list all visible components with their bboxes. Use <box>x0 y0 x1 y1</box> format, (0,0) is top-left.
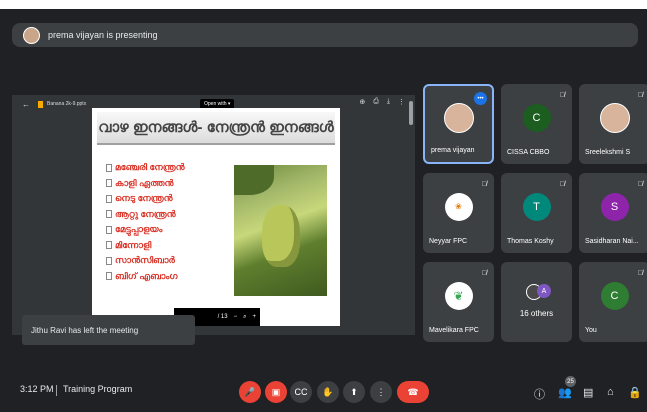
window-top-edge <box>0 0 647 9</box>
avatar: C <box>600 281 629 310</box>
viewer-actions: ⊕ ⎙ ⤓ ⋮ <box>359 98 405 106</box>
participant-name: prema vijayan <box>431 147 475 154</box>
mic-off-icon: 🎤 <box>244 386 256 397</box>
mic-off-icon: 🎙̸ <box>481 270 487 277</box>
captions-button[interactable]: CC <box>290 381 312 403</box>
leave-call-button[interactable]: ☎ <box>397 381 429 403</box>
participant-name: Thomas Koshy <box>507 238 554 245</box>
tile-mavelikara-fpc[interactable]: 🎙̸ ❦ Mavelikara FPC <box>423 262 494 342</box>
captions-icon: CC <box>294 387 308 397</box>
hand-icon: ✋ <box>322 386 334 397</box>
slide: വാഴ ഇനങ്ങൾ- നേന്ത്രൻ ഇനങ്ങൾ മഞ്ചേരി നേന്… <box>92 108 340 326</box>
activities-icon[interactable]: ⌂ <box>607 386 614 398</box>
more-vert-icon: ⋮ <box>376 386 386 397</box>
avatar <box>599 102 630 133</box>
bullet-item: കാളി ഏത്തൻ <box>106 176 185 192</box>
presenter-avatar <box>23 26 40 44</box>
print-icon[interactable]: ⎙ <box>373 98 379 106</box>
add-to-drive-icon[interactable]: ⊕ <box>359 98 365 106</box>
logo-avatar: ❀ <box>444 192 473 221</box>
back-arrow-icon[interactable]: ← <box>22 100 30 109</box>
avatar: C <box>522 103 551 132</box>
download-icon[interactable]: ⤓ <box>387 98 390 106</box>
avatar: A <box>537 284 551 298</box>
mic-off-icon: 🎙̸ <box>559 181 565 188</box>
zoom-in-icon[interactable]: + <box>252 314 256 320</box>
others-count: 16 others <box>519 309 554 318</box>
avatar: T <box>522 192 551 221</box>
bullet-item: മഞ്ചേരി നേന്ത്രൻ <box>106 160 185 176</box>
mic-off-icon: 🎙̸ <box>481 181 487 188</box>
more-vert-icon[interactable]: ⋮ <box>398 98 405 106</box>
tile-you[interactable]: 🎙̸ C You <box>579 262 647 342</box>
bullet-item: മേട്ടുപ്പാളയം <box>106 222 185 238</box>
camera-off-icon: ▣ <box>271 386 281 397</box>
left-meeting-toast: Jithu Ravi has left the meeting <box>22 315 195 345</box>
participant-name: Sasidharan Nai... <box>585 238 639 245</box>
tile-cissa-cbbo[interactable]: 🎙̸ C CISSA CBBO <box>501 84 572 164</box>
zoom-icon[interactable]: ⌕ <box>243 314 246 321</box>
present-button[interactable]: ⬆ <box>343 381 365 403</box>
scrollbar[interactable] <box>409 101 413 125</box>
slide-title: വാഴ ഇനങ്ങൾ- നേന്ത്രൻ ഇനങ്ങൾ <box>97 112 335 145</box>
phone-hangup-icon: ☎ <box>407 386 419 397</box>
participant-count-badge: 25 <box>565 376 576 387</box>
bullet-item: സാൻസിബാർ <box>106 253 185 269</box>
participant-name: CISSA CBBO <box>507 149 550 156</box>
participant-name: You <box>585 327 597 334</box>
presentation-screen: ← Banana 2k-9.pptx Open with ▾ ⊕ ⎙ ⤓ ⋮ വ… <box>12 95 415 335</box>
presenting-banner: prema vijayan is presenting <box>12 23 638 47</box>
slides-file-icon <box>38 100 43 108</box>
tile-sasidharan[interactable]: 🎙̸ S Sasidharan Nai... <box>579 173 647 253</box>
tile-others[interactable]: A 16 others <box>501 262 572 342</box>
present-icon: ⬆ <box>350 386 358 397</box>
bullet-item: മിന്നോളി <box>106 238 185 254</box>
control-bar: 3:12 PM Training Program 🎤 ▣ CC ✋ ⬆ ⋮ ☎ … <box>0 370 647 412</box>
mic-off-icon: 🎙̸ <box>637 270 643 277</box>
meeting-title: Training Program <box>63 384 133 394</box>
presenting-text: prema vijayan is presenting <box>48 30 158 40</box>
bullet-item: നെടു നേന്ത്രൻ <box>106 191 185 207</box>
chat-icon[interactable]: ▤ <box>583 386 593 399</box>
bullet-item: ബിഗ് എബാംഗ <box>106 269 185 285</box>
page-count: / 13 <box>217 314 228 320</box>
people-icon[interactable]: 👥 <box>558 386 572 399</box>
mic-off-icon: 🎙̸ <box>637 181 643 188</box>
file-name: Banana 2k-9.pptx <box>47 101 87 107</box>
participant-name: Mavelikara FPC <box>429 327 479 334</box>
avatar: S <box>600 192 629 221</box>
tile-sreelekshmi[interactable]: 🎙̸ Sreelekshmi S <box>579 84 647 164</box>
logo-avatar: ❦ <box>444 281 473 310</box>
zoom-out-icon[interactable]: − <box>234 314 238 320</box>
clock-time: 3:12 PM <box>20 384 54 394</box>
participant-name: Sreelekshmi S <box>585 149 631 156</box>
more-options-button[interactable]: ⋮ <box>370 381 392 403</box>
raise-hand-button[interactable]: ✋ <box>317 381 339 403</box>
info-icon[interactable]: ⓘ <box>534 386 545 402</box>
tile-thomas-koshy[interactable]: 🎙̸ T Thomas Koshy <box>501 173 572 253</box>
mic-toggle-button[interactable]: 🎤 <box>239 381 261 403</box>
mic-off-icon: 🎙̸ <box>637 92 643 99</box>
avatar <box>443 102 474 133</box>
host-controls-icon[interactable]: 🔒 <box>628 386 642 399</box>
tile-neyyar-fpc[interactable]: 🎙̸ ❀ Neyyar FPC <box>423 173 494 253</box>
divider <box>56 385 57 396</box>
tile-prema-vijayan[interactable]: ••• prema vijayan <box>423 84 494 164</box>
camera-toggle-button[interactable]: ▣ <box>265 381 287 403</box>
banana-photo <box>234 165 327 296</box>
participant-name: Neyyar FPC <box>429 238 468 245</box>
speaking-indicator-icon: ••• <box>474 92 487 105</box>
mic-off-icon: 🎙̸ <box>559 92 565 99</box>
slide-bullets: മഞ്ചേരി നേന്ത്രൻ കാളി ഏത്തൻ നെടു നേന്ത്ര… <box>106 160 185 284</box>
bullet-item: ആറ്റു നേന്ത്രൻ <box>106 207 185 223</box>
